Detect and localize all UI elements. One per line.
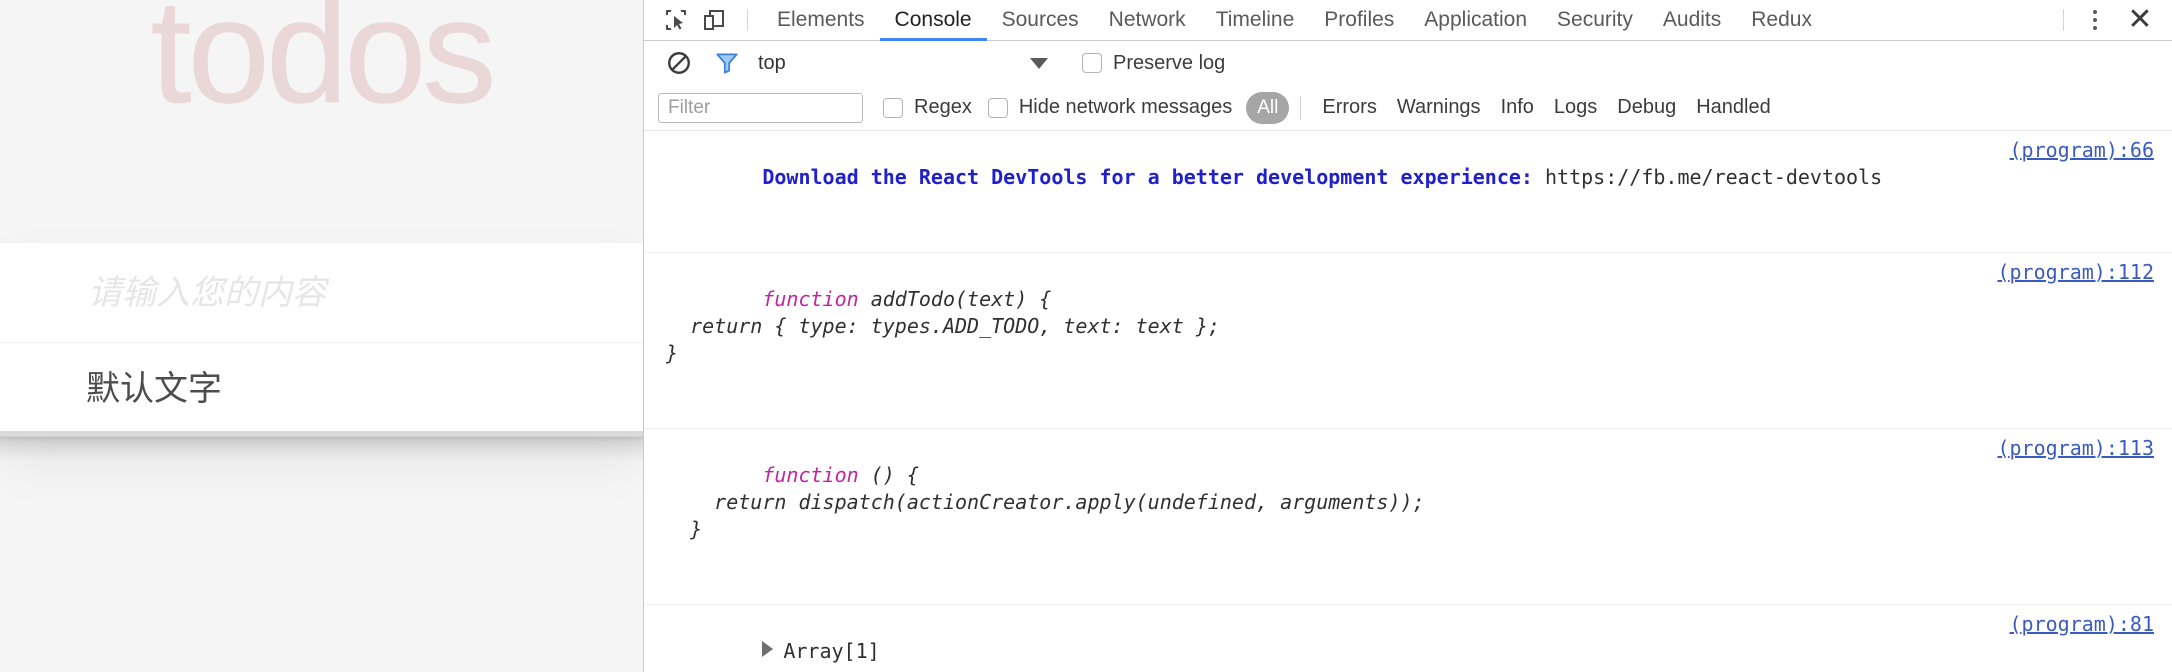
more-options-icon[interactable] — [2078, 3, 2112, 37]
expand-triangle-icon[interactable] — [762, 641, 774, 657]
todo-item-label: 默认文字 — [86, 369, 222, 410]
tab-timeline[interactable]: Timeline — [1201, 0, 1310, 41]
clear-console-icon[interactable] — [658, 46, 700, 80]
tab-audits[interactable]: Audits — [1648, 0, 1736, 41]
checkbox-box[interactable] — [987, 97, 1008, 118]
preserve-log-label: Preserve log — [1113, 51, 1226, 74]
console-filterbar: Regex Hide network messages All Errors W… — [644, 85, 2172, 131]
tab-redux[interactable]: Redux — [1736, 0, 1827, 41]
code-body: addTodo(text) { return { type: types.ADD… — [666, 287, 1220, 365]
code-keyword: function — [762, 287, 859, 311]
tab-console[interactable]: Console — [879, 0, 987, 41]
chevron-down-icon — [1030, 57, 1048, 69]
console-toolbar: top Preserve log — [644, 41, 2172, 85]
level-filter-handled[interactable]: Handled — [1686, 96, 1781, 119]
device-toolbar-icon[interactable] — [695, 3, 733, 37]
hide-network-messages-checkbox[interactable]: Hide network messages — [987, 96, 1233, 119]
console-message[interactable]: function () { return dispatch(actionCrea… — [644, 429, 2172, 605]
level-filter-debug[interactable]: Debug — [1607, 96, 1686, 119]
toolbar-divider-right — [2063, 9, 2064, 31]
console-message[interactable]: function addTodo(text) { return { type: … — [644, 253, 2172, 429]
new-todo-row — [0, 243, 643, 343]
level-filter-warnings[interactable]: Warnings — [1387, 96, 1491, 119]
checkbox-box[interactable] — [1082, 53, 1102, 73]
app-title: todos — [150, 0, 497, 134]
message-object-preview: Array[1] — [783, 639, 880, 663]
tab-profiles[interactable]: Profiles — [1309, 0, 1409, 41]
tab-application[interactable]: Application — [1409, 0, 1542, 41]
toolbar-divider — [747, 9, 748, 31]
console-message-list[interactable]: Download the React DevTools for a better… — [644, 131, 2172, 672]
todo-app-pane: todos 默认文字 — [0, 0, 643, 672]
hide-network-messages-label: Hide network messages — [1018, 96, 1233, 118]
console-message[interactable]: Download the React DevTools for a better… — [644, 131, 2172, 253]
code-keyword: function — [762, 463, 859, 487]
message-source-link[interactable]: (program):113 — [1997, 435, 2154, 462]
tab-elements[interactable]: Elements — [762, 0, 880, 41]
regex-checkbox[interactable]: Regex — [883, 96, 972, 119]
preserve-log-checkbox[interactable]: Preserve log — [1082, 52, 1225, 75]
level-divider — [1300, 95, 1302, 120]
todo-list-item[interactable]: 默认文字 — [0, 343, 643, 437]
regex-label: Regex — [914, 96, 972, 118]
funnel-filter-icon[interactable] — [706, 46, 748, 80]
tab-security[interactable]: Security — [1542, 0, 1648, 41]
message-source-link[interactable]: (program):112 — [1997, 259, 2154, 286]
level-filter-errors[interactable]: Errors — [1312, 96, 1386, 119]
console-message[interactable]: Array[1] (program):81 — [644, 605, 2172, 672]
message-source-link[interactable]: (program):66 — [2010, 137, 2155, 164]
level-filter-all[interactable]: All — [1246, 91, 1290, 124]
tab-network[interactable]: Network — [1094, 0, 1201, 41]
todo-card: 默认文字 — [0, 243, 643, 437]
devtools-tabbar: Elements Console Sources Network Timelin… — [644, 0, 2172, 41]
new-todo-input[interactable] — [86, 271, 610, 314]
filter-input[interactable] — [658, 92, 863, 123]
devtools-panel: Elements Console Sources Network Timelin… — [643, 0, 2172, 672]
message-source-link[interactable]: (program):81 — [2010, 611, 2155, 638]
level-filter-logs[interactable]: Logs — [1544, 96, 1607, 119]
inspect-element-icon[interactable] — [657, 3, 695, 37]
close-icon[interactable]: ✕ — [2118, 3, 2162, 37]
checkbox-box[interactable] — [883, 97, 903, 118]
execution-context-select[interactable]: top — [758, 52, 1048, 75]
message-text-primary: Download the React DevTools for a better… — [762, 165, 1533, 189]
execution-context-value: top — [758, 51, 786, 74]
tab-sources[interactable]: Sources — [987, 0, 1094, 41]
screen-root: todos 默认文字 — [0, 0, 2172, 672]
message-url: https://fb.me/react-devtools — [1532, 165, 1883, 189]
level-filter-info[interactable]: Info — [1491, 96, 1544, 119]
